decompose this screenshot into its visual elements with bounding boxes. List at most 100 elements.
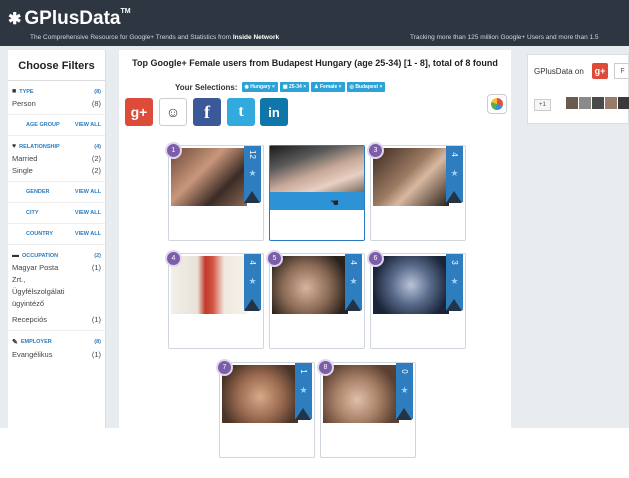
rank-badge: 1 <box>165 142 182 159</box>
trademark: TM <box>120 8 131 15</box>
linkedin-share-button[interactable]: in <box>260 98 288 126</box>
follower-thumbnails <box>566 97 629 109</box>
tag-label: Hungary × <box>250 84 275 90</box>
option-label: Single <box>12 166 33 175</box>
filter-label: AGE GROUP <box>26 122 60 128</box>
filter-option[interactable]: Evangélikus (1) <box>10 349 103 361</box>
filter-header-age-group: AGE GROUP VIEW ALL <box>10 119 103 131</box>
reddit-icon: ☺ <box>165 104 181 120</box>
profile-card[interactable]: 3 4 ★ <box>367 142 466 241</box>
hover-overlay[interactable] <box>270 192 364 210</box>
selection-tag-city[interactable]: ◎ Budapest × <box>346 82 386 92</box>
filter-type: ■ TYPE (8) Person (8) <box>8 81 105 115</box>
rank-badge: 7 <box>216 359 233 376</box>
ribbon-notch <box>446 191 462 203</box>
follow-button[interactable]: F <box>614 63 629 79</box>
option-label: Married <box>12 154 38 163</box>
follower-avatar[interactable] <box>579 97 591 109</box>
filter-employer: ✎ EMPLOYER (8) Evangélikus (1) <box>8 331 105 365</box>
view-all-link[interactable]: VIEW ALL <box>75 210 101 216</box>
option-count: (1) <box>91 315 101 324</box>
filter-header-gender: GENDER VIEW ALL <box>10 186 103 198</box>
selection-tag-age[interactable]: ▦ 25-34 × <box>279 82 310 92</box>
score-ribbon: 1 ★ <box>295 363 312 420</box>
filter-option[interactable]: Recepciós (1) <box>10 314 103 326</box>
social-widget: GPlusData on g+ F +1 <box>527 54 629 124</box>
follower-avatar[interactable] <box>605 97 617 109</box>
profile-card[interactable]: 1 12 ★ <box>165 142 264 241</box>
plus-one-label: +1 <box>539 102 546 108</box>
tracking-text: Tracking more than 125 million Google+ U… <box>410 34 599 41</box>
filter-option[interactable]: Single (2) <box>10 165 103 177</box>
facebook-share-button[interactable]: f <box>193 98 221 126</box>
profile-card[interactable]: 2 ☚ <box>269 145 365 241</box>
score-value: 4 <box>450 152 459 157</box>
filter-count: (8) <box>94 339 101 345</box>
site-header: ✱ GPlusDataTM The Comprehensive Resource … <box>0 0 629 46</box>
filter-relationship: ♥ RELATIONSHIP (4) Married (2) Single (2) <box>8 136 105 182</box>
reddit-share-button[interactable]: ☺ <box>159 98 187 126</box>
profile-card[interactable]: 5 4 ★ <box>266 250 365 349</box>
selections-bar: Your Selections: ◉ Hungary × ▦ 25-34 × ♟… <box>175 82 386 92</box>
score-value: 0 <box>400 369 409 374</box>
profile-photo[interactable] <box>270 146 364 192</box>
filter-option-continued: ügyintéző <box>10 298 103 310</box>
follower-avatar[interactable] <box>592 97 604 109</box>
google-plus-badge-button[interactable]: g+ <box>592 63 608 79</box>
filter-label: CITY <box>26 210 39 216</box>
rank-badge: 3 <box>367 142 384 159</box>
profile-photo[interactable] <box>171 148 247 206</box>
selection-tag-country[interactable]: ◉ Hungary × <box>241 82 278 92</box>
profile-photo[interactable] <box>222 365 298 423</box>
profile-photo[interactable] <box>272 256 348 314</box>
selection-tag-gender[interactable]: ♟ Female × <box>311 82 345 92</box>
profile-photo[interactable] <box>373 256 449 314</box>
twitter-icon: t <box>238 103 244 120</box>
profile-photo[interactable] <box>373 148 449 206</box>
filter-header-employer[interactable]: ✎ EMPLOYER (8) <box>10 335 103 349</box>
profile-card[interactable]: 6 3 ★ <box>367 250 466 349</box>
follower-avatar[interactable] <box>566 97 578 109</box>
view-all-link[interactable]: VIEW ALL <box>75 122 101 128</box>
profile-card[interactable]: 7 1 ★ <box>216 359 315 458</box>
star-icon: ★ <box>450 276 459 286</box>
filter-header-occupation[interactable]: ▬ OCCUPATION (2) <box>10 249 103 262</box>
tagline-text: The Comprehensive Resource for Google+ T… <box>30 34 233 41</box>
filter-option[interactable]: Magyar Posta (1) <box>10 262 103 274</box>
profile-card[interactable]: 8 0 ★ <box>317 359 416 458</box>
tag-label: 25-34 × <box>289 84 307 90</box>
plus-one-button[interactable]: +1 <box>534 99 551 111</box>
profile-card[interactable]: 4 4 ★ <box>165 250 264 349</box>
tagline-brand-link[interactable]: Inside Network <box>233 34 279 41</box>
option-label: Magyar Posta <box>12 263 59 272</box>
facebook-icon: f <box>204 101 210 122</box>
filter-option[interactable]: Person (8) <box>10 98 103 110</box>
filter-header-type[interactable]: ■ TYPE (8) <box>10 85 103 98</box>
filter-country: COUNTRY VIEW ALL <box>8 224 105 245</box>
linkedin-icon: in <box>268 104 280 120</box>
profile-photo[interactable] <box>171 256 247 314</box>
logo-text: GPlusData <box>24 8 121 29</box>
briefcase-icon: ▬ <box>12 252 19 259</box>
ribbon-notch <box>244 191 260 203</box>
logo[interactable]: ✱ GPlusDataTM <box>8 8 131 30</box>
follow-label: F <box>620 67 625 75</box>
filter-count: (2) <box>94 252 101 259</box>
score-value: 3 <box>450 260 459 265</box>
score-value: 1 <box>299 369 308 374</box>
view-all-link[interactable]: VIEW ALL <box>75 231 101 237</box>
filter-count: (8) <box>94 88 101 95</box>
twitter-share-button[interactable]: t <box>227 98 255 126</box>
filter-header-city: CITY VIEW ALL <box>10 207 103 219</box>
profile-photo[interactable] <box>323 365 399 423</box>
google-plus-share-button[interactable]: g+ <box>125 98 153 126</box>
score-ribbon: 3 ★ <box>446 254 463 311</box>
filter-header-relationship[interactable]: ♥ RELATIONSHIP (4) <box>10 140 103 153</box>
filter-option[interactable]: Married (2) <box>10 153 103 165</box>
view-all-link[interactable]: VIEW ALL <box>75 189 101 195</box>
chart-toggle-button[interactable] <box>487 94 507 114</box>
rank-badge: 6 <box>367 250 384 267</box>
option-count: (1) <box>91 263 101 272</box>
widget-brand: GPlusData on <box>534 67 584 76</box>
follower-avatar[interactable] <box>618 97 629 109</box>
